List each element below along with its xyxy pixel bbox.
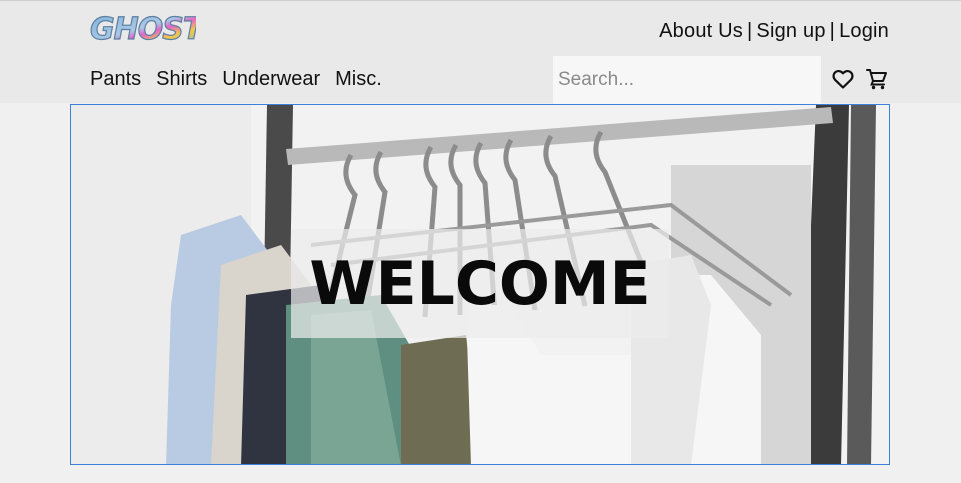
svg-text:GHOST: GHOST	[90, 12, 196, 47]
sign-up-link[interactable]: Sign up	[756, 20, 825, 42]
hero-banner[interactable]: WELCOME	[70, 104, 890, 465]
nav-item-pants[interactable]: Pants	[90, 68, 141, 91]
nav-item-shirts[interactable]: Shirts	[156, 68, 207, 91]
login-link[interactable]: Login	[839, 20, 889, 42]
welcome-overlay: WELCOME	[291, 229, 669, 338]
account-links: About Us | Sign up | Login	[659, 20, 889, 43]
separator: |	[829, 20, 836, 42]
ghost-logo[interactable]: GHOST	[88, 9, 196, 51]
category-nav: Pants Shirts Underwear Misc.	[90, 68, 382, 91]
about-us-link[interactable]: About Us	[659, 20, 743, 42]
header-bar: GHOST About Us | Sign up | Login Pants Shirt…	[0, 0, 961, 104]
welcome-heading: WELCOME	[309, 248, 651, 319]
search-input[interactable]	[553, 56, 821, 104]
heart-icon[interactable]	[831, 67, 855, 91]
separator: |	[747, 20, 753, 42]
nav-item-misc[interactable]: Misc.	[335, 68, 382, 91]
cart-icon[interactable]	[865, 67, 889, 91]
nav-item-underwear[interactable]: Underwear	[222, 68, 320, 91]
